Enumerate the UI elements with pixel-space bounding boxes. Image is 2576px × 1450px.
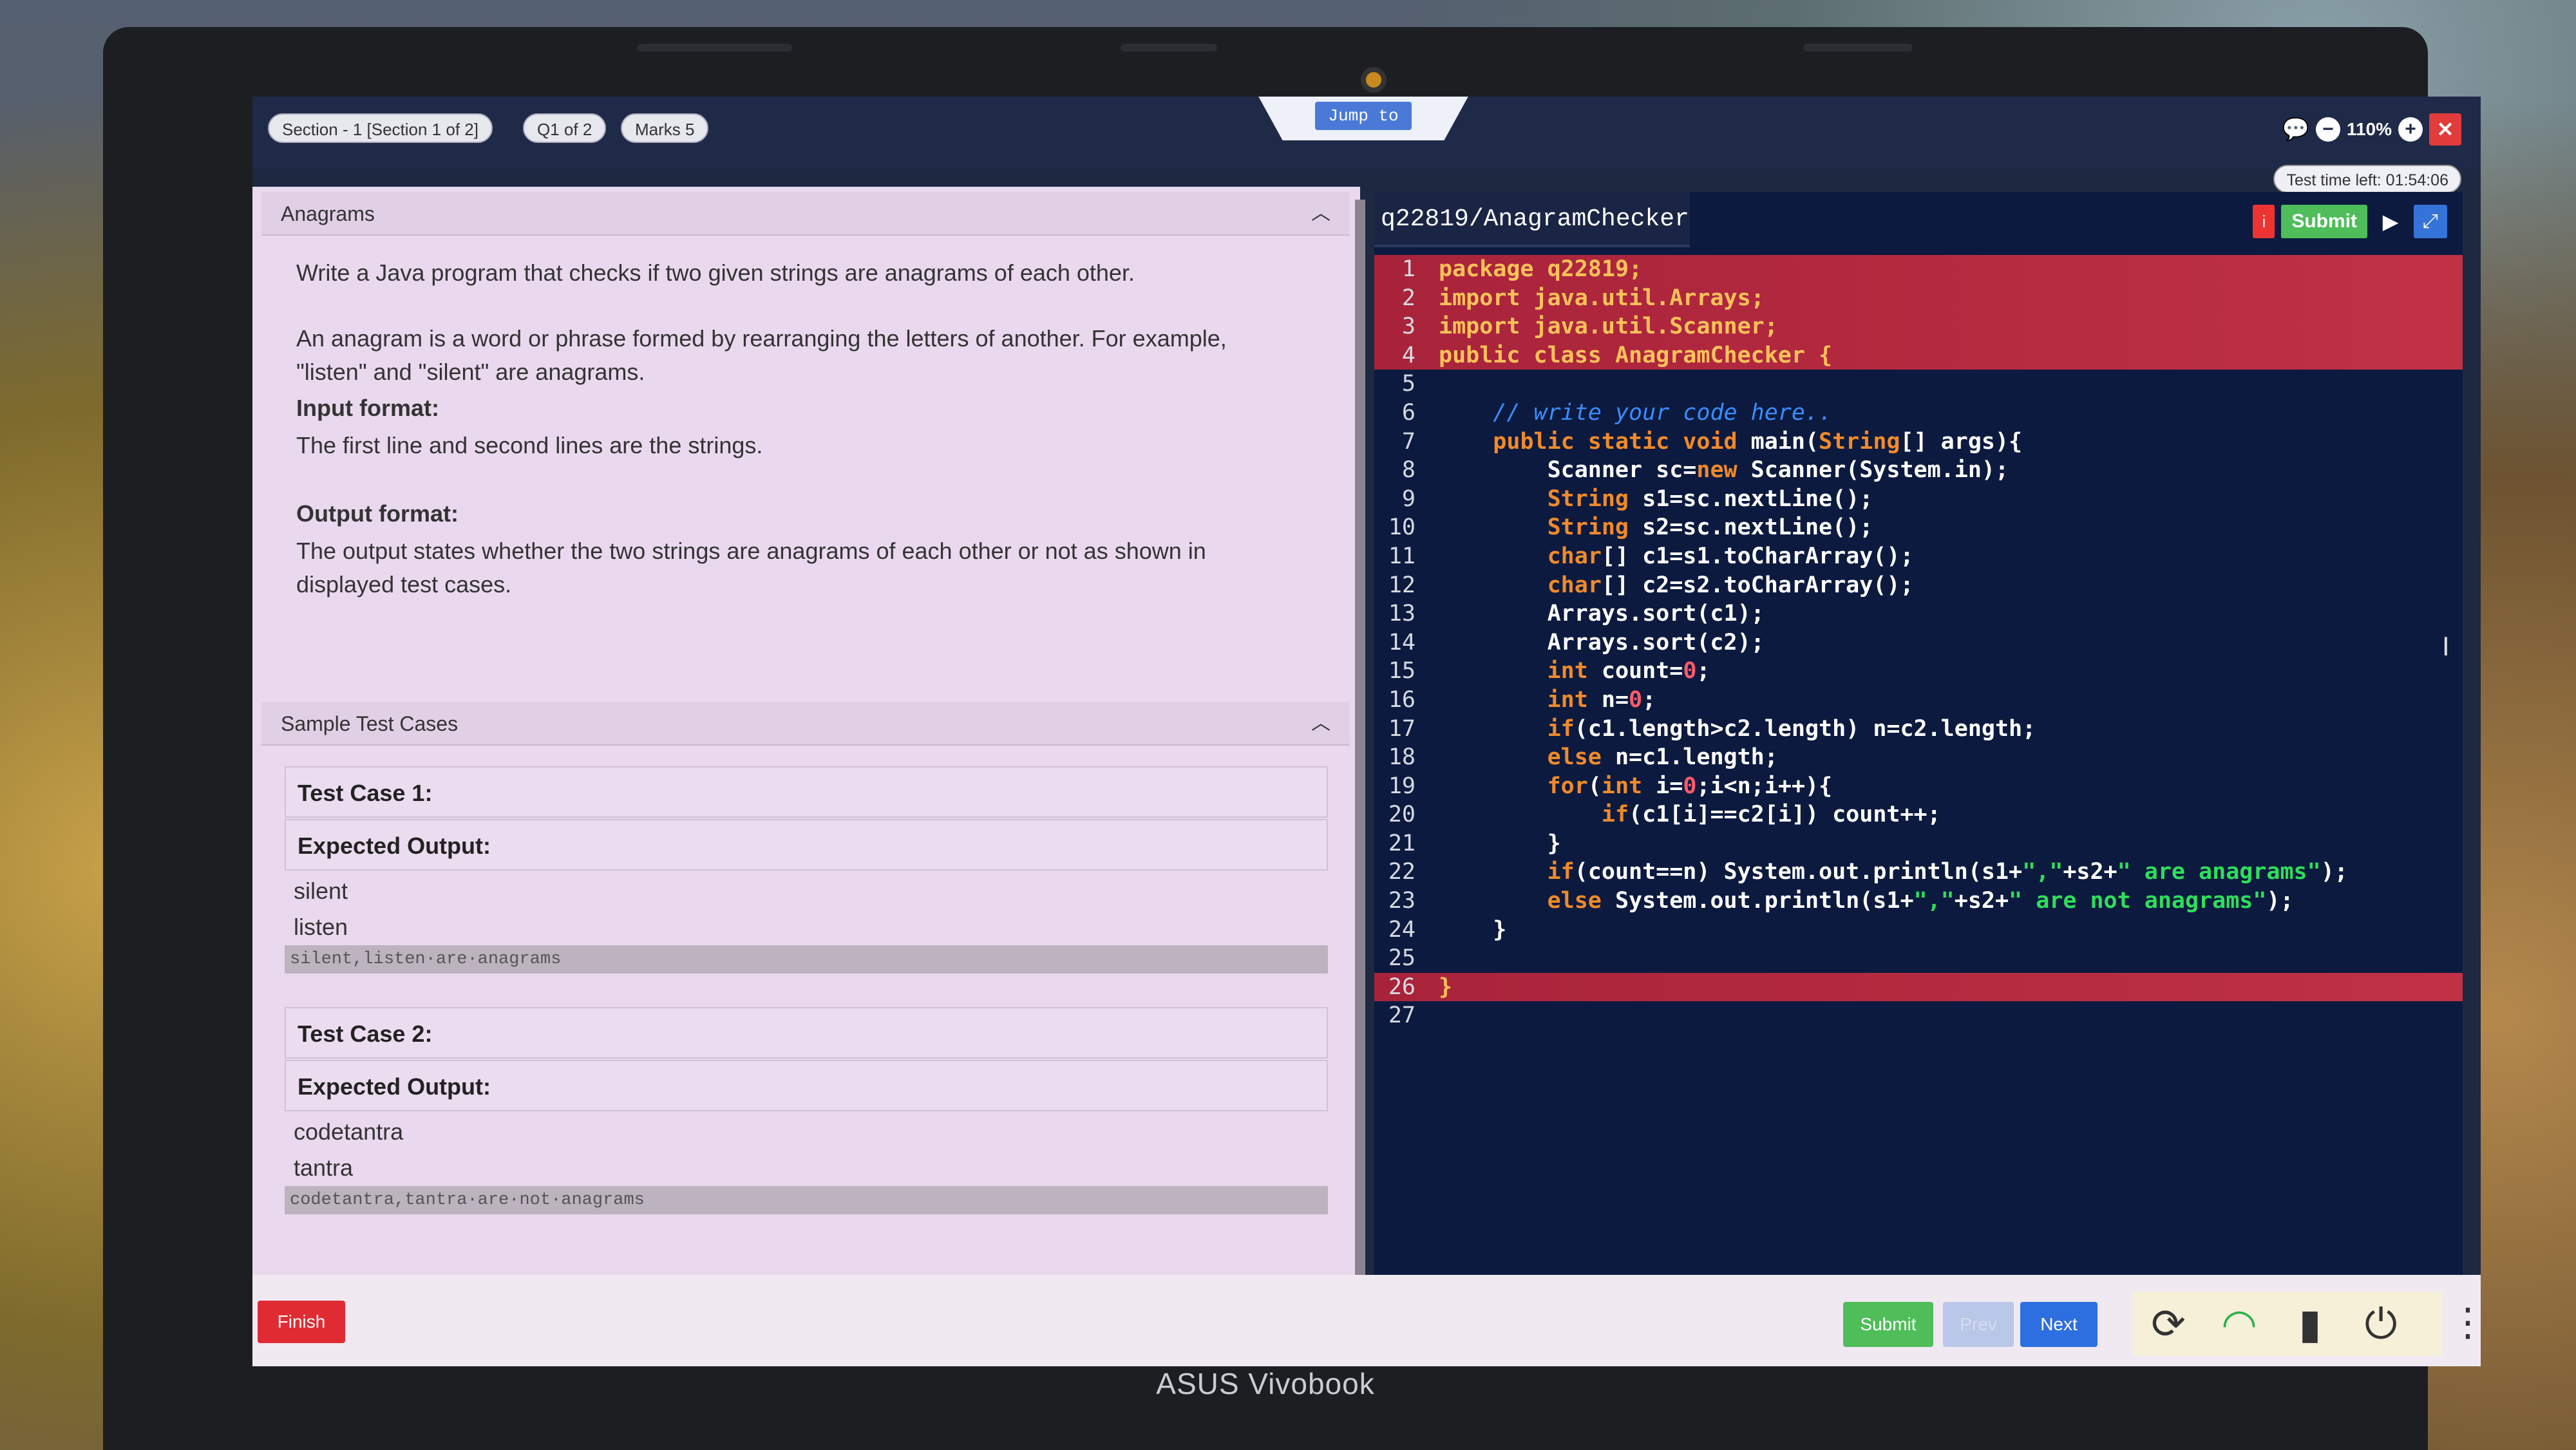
info-button[interactable]: i xyxy=(2253,205,2275,238)
code-line[interactable]: 18 else n=c1.length; xyxy=(1374,743,2463,772)
problem-title: Anagrams xyxy=(281,202,375,225)
more-menu-icon[interactable]: ⋮ xyxy=(2448,1292,2481,1356)
test-case-2-input-1: codetantra xyxy=(294,1118,404,1145)
code-line[interactable]: 25 xyxy=(1374,944,2463,973)
chevron-up-icon[interactable]: ︿ xyxy=(1311,702,1331,746)
anagram-definition: An anagram is a word or phrase formed by… xyxy=(296,325,1227,385)
bottom-bar: Finish Submit Prev Next ⟳ ◠ ▮ ⏻ ⋮ xyxy=(252,1275,2481,1366)
power-icon[interactable]: ⏻ xyxy=(2345,1300,2416,1348)
battery-icon[interactable]: ▮ xyxy=(2275,1300,2345,1348)
section-badge[interactable]: Section - 1 [Section 1 of 2] xyxy=(268,113,493,143)
test-case-1-label: Test Case 1: xyxy=(285,766,1328,818)
test-case-1-input-2: listen xyxy=(294,914,348,940)
editor-submit-button[interactable]: Submit xyxy=(2281,205,2367,238)
code-line[interactable]: 13 Arrays.sort(c1); xyxy=(1374,599,2463,628)
code-line[interactable]: 11 char[] c1=s1.toCharArray(); xyxy=(1374,542,2463,571)
prev-button[interactable]: Prev xyxy=(1943,1302,2014,1347)
wifi-icon[interactable]: ◠ xyxy=(2204,1300,2275,1348)
code-line[interactable]: 23 else System.out.println(s1+","+s2+" a… xyxy=(1374,887,2463,916)
editor-file-tab[interactable]: q22819/AnagramChecker xyxy=(1374,192,1690,247)
code-line[interactable]: 3 import java.util.Scanner; xyxy=(1374,312,2463,341)
code-line[interactable]: 8 Scanner sc=new Scanner(System.in); xyxy=(1374,456,2463,485)
code-line[interactable]: 21 } xyxy=(1374,829,2463,858)
panel-resize-handle[interactable] xyxy=(1355,200,1365,1275)
jump-to-button[interactable]: Jump to xyxy=(1315,102,1412,130)
zoom-out-icon[interactable]: − xyxy=(2315,117,2340,142)
sample-tests-header[interactable]: Sample Test Cases ︿ xyxy=(261,702,1350,746)
submit-button[interactable]: Submit xyxy=(1843,1302,1933,1347)
code-line[interactable]: 4 public class AnagramChecker { xyxy=(1374,341,2463,370)
problem-panel: Anagrams ︿ Write a Java program that che… xyxy=(252,187,1360,1275)
screen: Section - 1 [Section 1 of 2] Q1 of 2 Mar… xyxy=(252,97,2481,1366)
test-case-1-input-1: silent xyxy=(294,878,348,904)
zoom-in-icon[interactable]: + xyxy=(2398,117,2423,142)
code-line[interactable]: 19 for(int i=0;i<n;i++){ xyxy=(1374,772,2463,801)
run-icon[interactable]: ▶ xyxy=(2374,205,2407,238)
top-bar: Section - 1 [Section 1 of 2] Q1 of 2 Mar… xyxy=(252,97,2481,169)
code-line[interactable]: 7 public static void main(String[] args)… xyxy=(1374,428,2463,457)
code-line[interactable]: 26} xyxy=(1374,972,2463,1002)
expected-output-label: Expected Output: xyxy=(285,819,1328,871)
bezel-notch xyxy=(1803,44,1913,52)
code-line[interactable]: 9 String s1=sc.nextLine(); xyxy=(1374,485,2463,514)
code-line[interactable]: 5 xyxy=(1374,370,2463,399)
code-line[interactable]: 22 if(count==n) System.out.println(s1+",… xyxy=(1374,858,2463,887)
code-editor[interactable]: q22819/AnagramChecker i Submit ▶ ⤢ 1 pack… xyxy=(1374,192,2463,1275)
code-line[interactable]: 16 int n=0; xyxy=(1374,686,2463,715)
code-line[interactable]: 2 import java.util.Arrays; xyxy=(1374,283,2463,313)
problem-header[interactable]: Anagrams ︿ xyxy=(261,192,1350,236)
test-case-2-output: codetantra,tantra·are·not·anagrams xyxy=(285,1186,1328,1214)
input-format-label: Input format: xyxy=(296,395,439,421)
chevron-up-icon[interactable]: ︿ xyxy=(1311,192,1331,236)
code-line[interactable]: 10 String s2=sc.nextLine(); xyxy=(1374,513,2463,542)
code-line[interactable]: 24 } xyxy=(1374,916,2463,945)
code-line[interactable]: 27 xyxy=(1374,1001,2463,1030)
code-line[interactable]: 17 if(c1.length>c2.length) n=c2.length; xyxy=(1374,715,2463,744)
next-button[interactable]: Next xyxy=(2020,1302,2098,1347)
expand-icon[interactable]: ⤢ xyxy=(2414,205,2447,238)
output-format-text: The output states whether the two string… xyxy=(296,538,1206,598)
question-badge[interactable]: Q1 of 2 xyxy=(523,113,607,143)
text-cursor-icon: I xyxy=(2442,631,2450,661)
output-format-label: Output format: xyxy=(296,500,459,527)
top-right-controls: 💬 − 110% + ✕ xyxy=(2282,113,2461,146)
code-line[interactable]: 20 if(c1[i]==c2[i]) count++; xyxy=(1374,800,2463,829)
test-case-2-input-2: tantra xyxy=(294,1154,354,1181)
code-line[interactable]: 15 int count=0; xyxy=(1374,657,2463,686)
input-format-text: The first line and second lines are the … xyxy=(296,432,763,458)
code-line[interactable]: 12 char[] c2=s2.toCharArray(); xyxy=(1374,571,2463,600)
close-button[interactable]: ✕ xyxy=(2429,113,2461,146)
chat-icon[interactable]: 💬 xyxy=(2282,117,2309,142)
system-tray: ⟳ ◠ ▮ ⏻ xyxy=(2133,1292,2442,1356)
laptop-brand: ASUS Vivobook xyxy=(1156,1367,1375,1400)
code-line[interactable]: 6 // write your code here.. xyxy=(1374,399,2463,428)
finish-button[interactable]: Finish xyxy=(258,1301,345,1343)
code-area[interactable]: 1 package q22819; 2 import java.util.Array… xyxy=(1374,255,2463,1030)
editor-toolbar: i Submit ▶ ⤢ xyxy=(2253,205,2447,238)
webcam xyxy=(1361,67,1387,93)
zoom-level: 110% xyxy=(2346,119,2392,139)
bezel-notch xyxy=(638,44,792,52)
code-line[interactable]: 14 Arrays.sort(c2); xyxy=(1374,628,2463,657)
refresh-icon[interactable]: ⟳ xyxy=(2133,1300,2204,1348)
code-line[interactable]: 1 package q22819; xyxy=(1374,255,2463,284)
expected-output-label: Expected Output: xyxy=(285,1060,1328,1111)
problem-description: Write a Java program that checks if two … xyxy=(296,259,1135,286)
bezel-notch xyxy=(1121,44,1217,52)
laptop-bezel: Section - 1 [Section 1 of 2] Q1 of 2 Mar… xyxy=(103,27,2481,1450)
sample-tests-title: Sample Test Cases xyxy=(281,712,459,735)
test-case-2-label: Test Case 2: xyxy=(285,1007,1328,1059)
test-case-1-output: silent,listen·are·anagrams xyxy=(285,945,1328,974)
marks-badge: Marks 5 xyxy=(621,113,709,143)
test-timer: Test time left: 01:54:06 xyxy=(2273,165,2461,193)
